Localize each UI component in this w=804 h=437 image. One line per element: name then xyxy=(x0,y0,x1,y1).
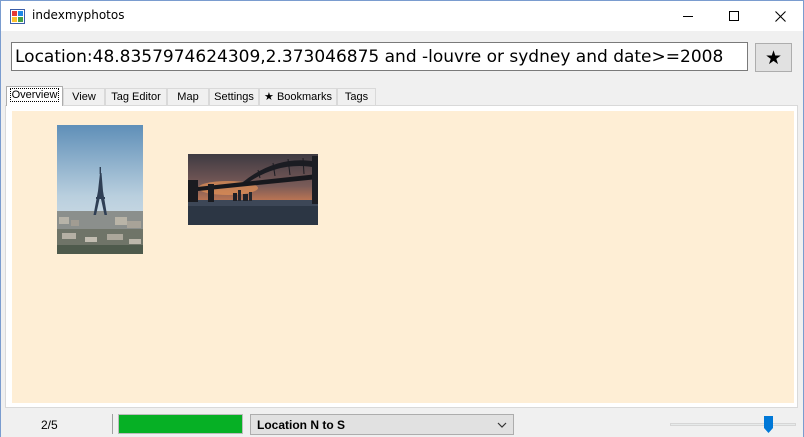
tab-bookmarks[interactable]: ★ Bookmarks xyxy=(259,88,337,105)
photo-grid[interactable] xyxy=(12,111,794,403)
maximize-button[interactable] xyxy=(711,1,757,31)
title-bar[interactable]: indexmyphotos xyxy=(1,1,803,31)
status-separator xyxy=(112,414,113,434)
window-title: indexmyphotos xyxy=(32,8,125,22)
progress-bar xyxy=(118,414,243,434)
progress-fill xyxy=(119,415,242,433)
search-box[interactable] xyxy=(11,42,748,71)
sort-dropdown-value: Location N to S xyxy=(257,418,345,432)
photo-thumbnail-sydney[interactable] xyxy=(188,154,318,225)
tab-overview[interactable]: Overview xyxy=(6,86,63,106)
close-icon xyxy=(774,10,786,22)
result-count: 2/5 xyxy=(41,418,58,432)
minimize-icon xyxy=(683,16,693,17)
chevron-down-icon xyxy=(497,422,507,428)
minimize-button[interactable] xyxy=(665,1,711,31)
status-bar: 2/5 Location N to S xyxy=(1,409,803,437)
eiffel-tower-photo xyxy=(57,125,143,254)
tab-tags[interactable]: Tags xyxy=(337,88,376,105)
star-icon: ★ xyxy=(764,46,783,69)
app-icon xyxy=(10,9,25,24)
harbour-bridge-photo xyxy=(188,154,318,225)
zoom-slider-thumb[interactable] xyxy=(763,416,773,433)
app-window: indexmyphotos ★ Overview View Tag Editor… xyxy=(0,0,804,437)
close-button[interactable] xyxy=(757,1,803,31)
bookmark-button[interactable]: ★ xyxy=(755,43,792,72)
tab-tag-editor[interactable]: Tag Editor xyxy=(105,88,167,105)
photo-thumbnail-paris[interactable] xyxy=(57,125,143,254)
tab-settings[interactable]: Settings xyxy=(209,88,259,105)
search-input[interactable] xyxy=(15,44,743,69)
tab-map[interactable]: Map xyxy=(167,88,209,105)
tab-view[interactable]: View xyxy=(63,88,105,105)
maximize-icon xyxy=(729,11,739,21)
zoom-slider[interactable] xyxy=(670,423,796,426)
sort-dropdown[interactable]: Location N to S xyxy=(250,414,514,435)
